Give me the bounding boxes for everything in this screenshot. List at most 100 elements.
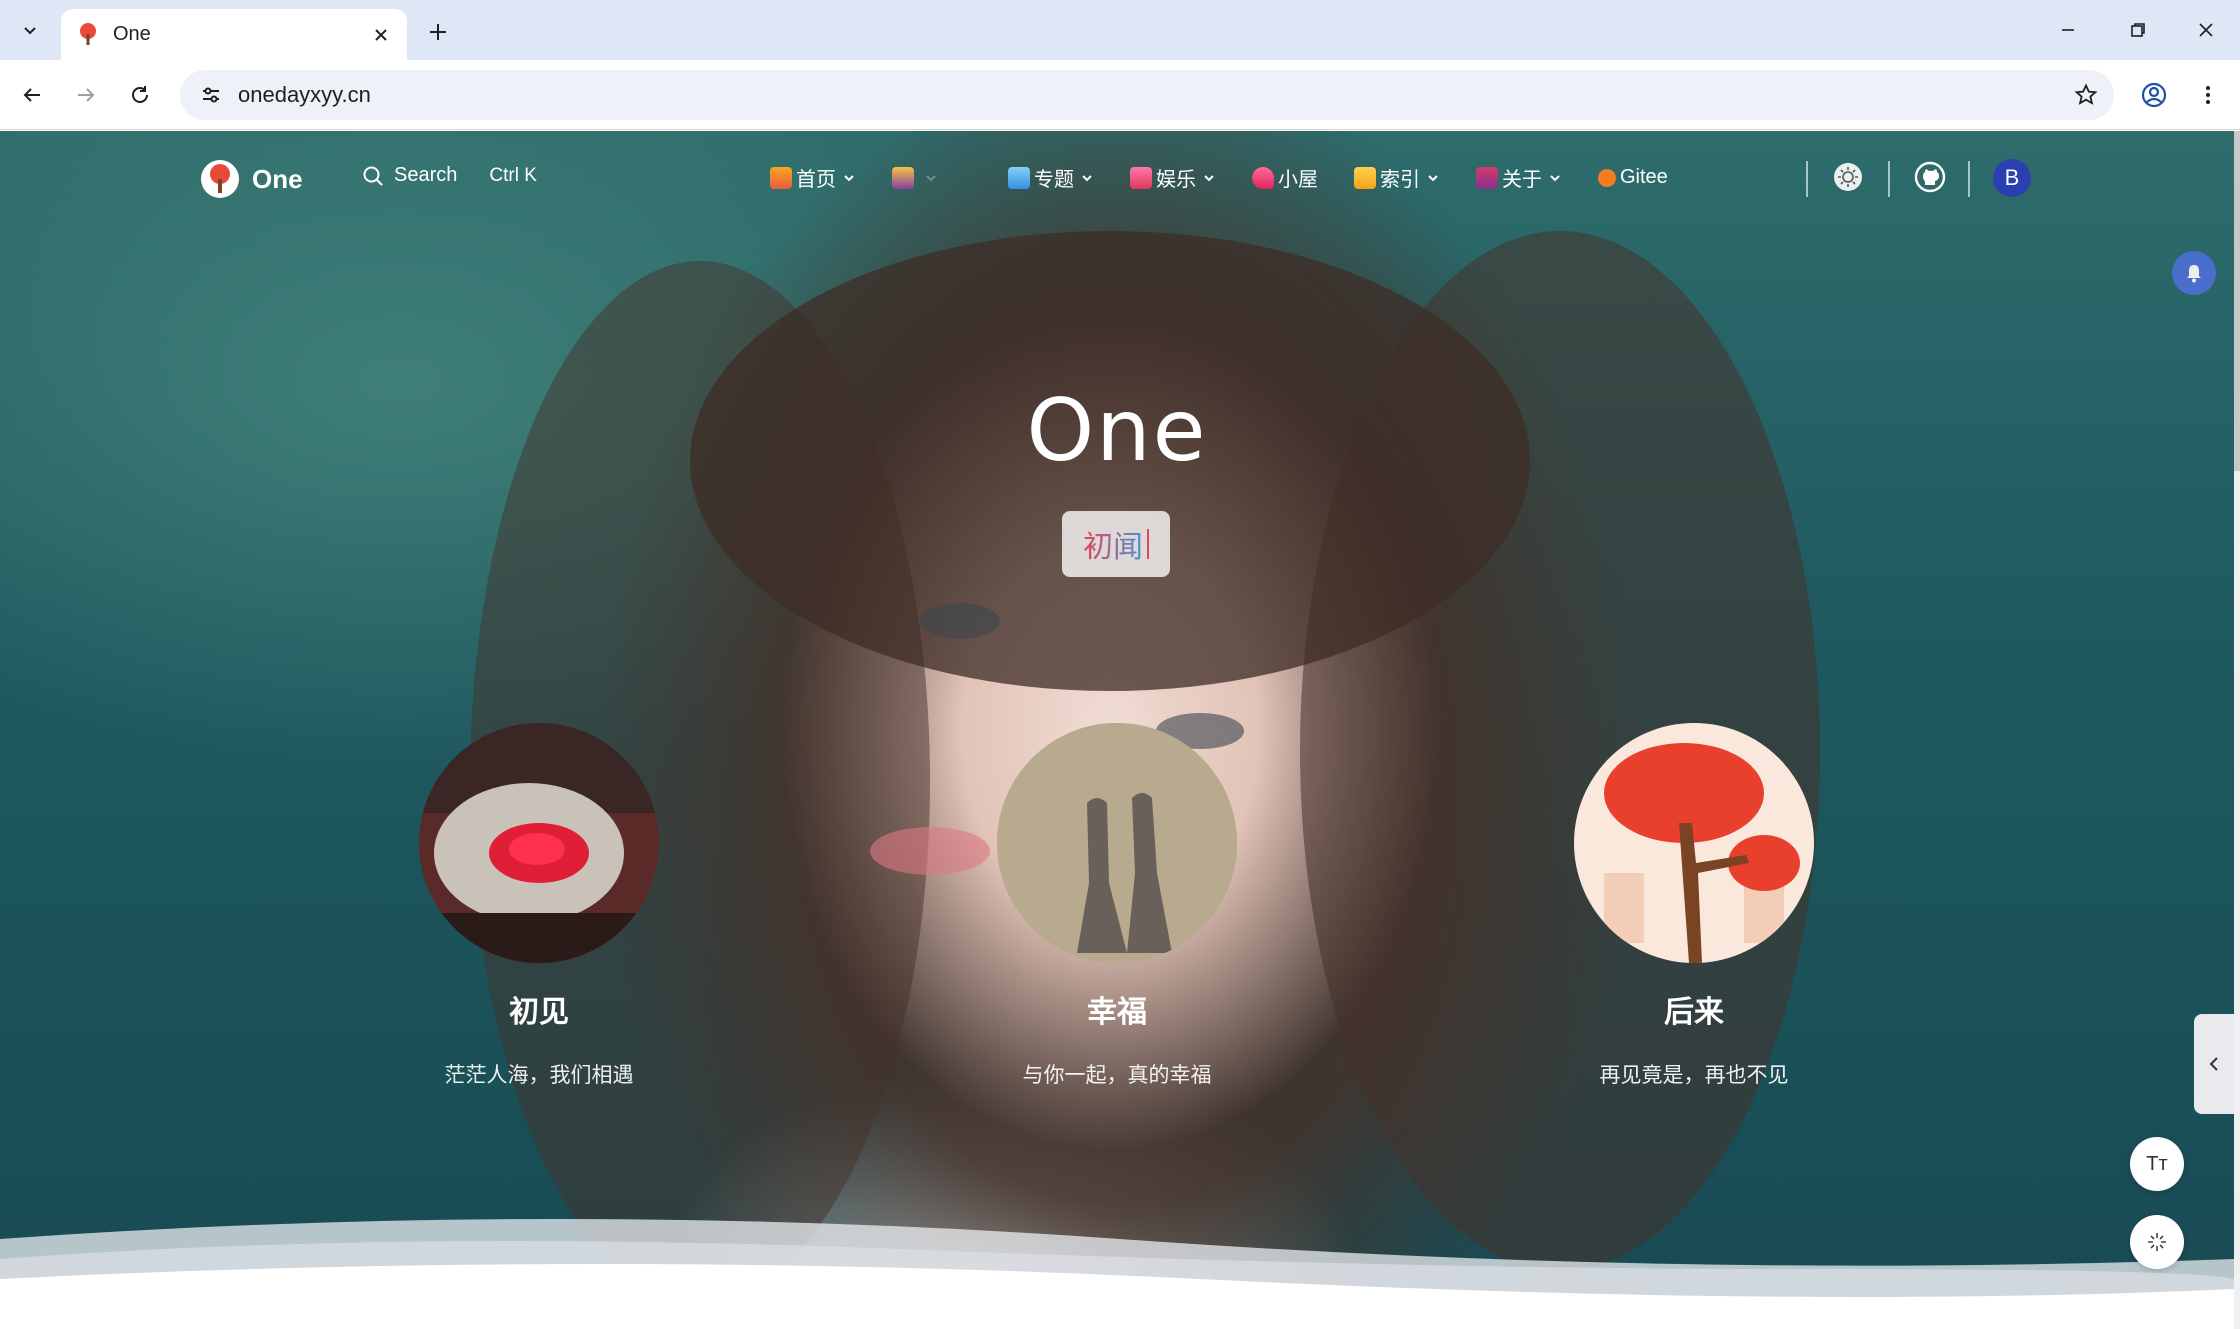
clap-hands-icon [1354,166,1376,189]
nav-label: 关于 [1502,169,1542,191]
main-nav: 首页 专题 娱乐 小屋 索引 关于 Gitee [770,163,1704,192]
chevron-down-icon [1428,174,1438,181]
search-button[interactable]: Search Ctrl K [362,164,537,187]
card-description: 茫茫人海，我们相遇 [444,1064,634,1087]
search-shortcut: Ctrl K [489,164,537,186]
theme-toggle-button[interactable] [1828,157,1868,197]
chevron-down-icon [1550,174,1560,181]
close-window-button[interactable] [2186,10,2226,50]
bottom-wave [0,1219,2234,1329]
notification-button[interactable] [2172,251,2216,295]
minimize-icon [2062,29,2074,31]
nav-label: Gitee [1620,166,1668,188]
minimize-button[interactable] [2048,10,2088,50]
card-first-meet[interactable]: 初见 茫茫人海，我们相遇 [419,723,659,1089]
reload-button[interactable] [122,77,158,113]
nav-label: 专题 [1034,169,1074,191]
chevron-left-icon [2209,1057,2218,1071]
search-label: Search [394,164,458,186]
star-icon [2074,83,2098,105]
nav-item-about[interactable]: 关于 [1476,163,1562,192]
plus-icon [430,24,446,40]
gem-icon [1008,166,1030,189]
typed-text: 初闻 [1083,522,1143,566]
scrollbar-thumb[interactable] [2234,131,2240,471]
web-page: One Search Ctrl K 首页 专题 娱乐 小屋 索引 关于 Gite… [0,131,2240,1329]
nav-divider [1806,161,1808,197]
page-scrollbar[interactable] [2234,131,2240,1329]
nav-item-home[interactable]: 首页 [770,163,856,192]
effects-button[interactable] [2130,1215,2184,1269]
browser-tab-active[interactable]: One [61,9,407,60]
tab-title: One [113,23,151,45]
hero-banner: One Search Ctrl K 首页 专题 娱乐 小屋 索引 关于 Gite… [0,131,2234,1329]
arrow-right-icon [78,88,95,102]
tree-favicon-icon [80,22,96,45]
arrow-left-icon [23,88,40,102]
wine-glass-icon [1476,166,1498,189]
nav-divider [1888,161,1890,197]
tab-close-button[interactable] [367,21,395,49]
site-info-button[interactable] [194,78,228,112]
side-drawer-toggle[interactable] [2194,1014,2234,1114]
browser-menu-button[interactable] [2190,77,2226,113]
card-title: 幸福 [1087,996,1147,1029]
browser-toolbar: onedayxyy.cn [0,60,2240,130]
nav-item-topics[interactable]: 专题 [1008,163,1094,192]
typed-text-box: 初闻 [1062,511,1170,577]
nav-item-entertainment[interactable]: 娱乐 [1130,163,1216,192]
chevron-down-icon [1204,174,1214,181]
font-size-button[interactable]: Tт [2130,1137,2184,1191]
browser-tab-bar: One [0,0,2240,60]
user-avatar[interactable]: B [1993,159,2031,197]
site-logo[interactable]: One [200,159,303,199]
nav-item-cabin[interactable]: 小屋 [1252,163,1318,192]
orange-dot-icon [1598,168,1616,187]
card-title: 初见 [509,996,569,1029]
sun-icon [1834,163,1862,191]
github-link[interactable] [1910,157,1950,197]
restore-button[interactable] [2118,10,2158,50]
close-icon [2199,23,2213,37]
chevron-down-icon [24,27,36,35]
nav-label: 小屋 [1278,169,1318,191]
card-happiness[interactable]: 幸福 与你一起，真的幸福 [997,723,1237,1089]
nav-item-index[interactable]: 索引 [1354,163,1440,192]
hero-title: One [1026,381,1208,481]
nav-label: 首页 [796,169,836,191]
nav-item-gitee[interactable]: Gitee [1598,166,1668,189]
github-icon [1914,161,1946,193]
card-later[interactable]: 后来 再见竟是，再也不见 [1574,723,1814,1089]
site-logo-text: One [252,163,303,194]
typing-caret [1147,529,1149,559]
address-bar[interactable]: onedayxyy.cn [180,70,2114,120]
account-circle-icon [2141,82,2167,108]
chevron-down-icon [926,174,936,181]
url-text[interactable]: onedayxyy.cn [238,82,2066,108]
calendar-icon [892,166,914,189]
nav-item-2[interactable] [892,166,938,189]
restore-icon [2131,23,2145,37]
text-size-icon: Tт [2146,1152,2168,1175]
tree-logo-icon [201,160,239,198]
tab-search-button[interactable] [12,12,48,48]
new-tab-button[interactable] [420,14,456,50]
reload-icon [132,86,148,103]
card-title: 后来 [1664,996,1724,1029]
card-description: 与你一起，真的幸福 [1022,1064,1212,1087]
chevron-down-icon [844,174,854,181]
house-icon [770,166,792,189]
lollipop-icon [1130,166,1152,189]
profile-button[interactable] [2136,77,2172,113]
bell-icon [2187,265,2201,283]
tune-icon [203,87,219,103]
bookmark-button[interactable] [2066,75,2106,115]
nav-label: 娱乐 [1156,169,1196,191]
search-icon [363,166,383,186]
nav-label: 索引 [1380,169,1420,191]
forward-button[interactable] [68,77,104,113]
heart-icon [1252,166,1274,189]
shadow-couple-image [997,723,1237,963]
back-button[interactable] [14,77,50,113]
card-description: 再见竟是，再也不见 [1599,1064,1789,1087]
